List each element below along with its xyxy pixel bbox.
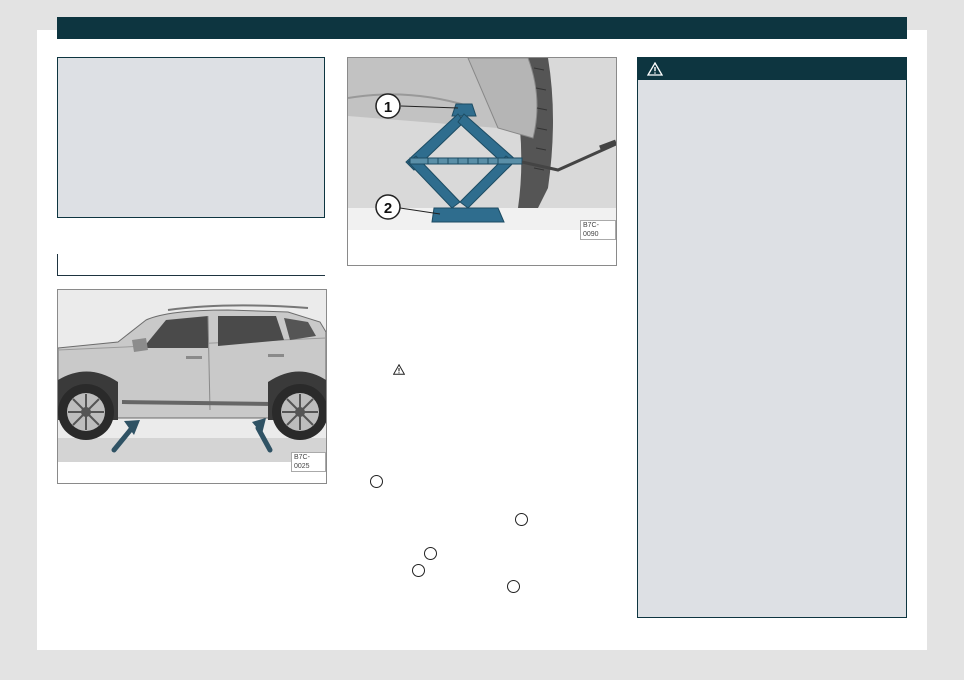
warning-triangle-icon[interactable] — [393, 364, 405, 375]
figure-code: B7C-0025 — [291, 452, 326, 472]
callout-1: 1 — [384, 99, 392, 116]
warning-triangle-icon — [647, 62, 663, 76]
figure-car-side: B7C-0025 — [57, 289, 327, 484]
jack-illustration: 1 2 — [348, 58, 616, 230]
warning-header — [638, 58, 906, 80]
figure-code: B7C-0090 — [580, 220, 616, 240]
reference-circle-icon — [424, 547, 437, 560]
reference-circle-icon — [412, 564, 425, 577]
section-heading-rule — [57, 254, 325, 276]
car-side-illustration — [58, 290, 326, 462]
header-bar — [57, 17, 907, 39]
reference-circle-icon — [370, 475, 383, 488]
warning-panel — [637, 57, 907, 618]
reference-circle-icon — [515, 513, 528, 526]
note-box — [57, 57, 325, 218]
figure-jack: 1 2 B7C-0090 — [347, 57, 617, 266]
reference-circle-icon — [507, 580, 520, 593]
callout-2: 2 — [384, 200, 392, 217]
